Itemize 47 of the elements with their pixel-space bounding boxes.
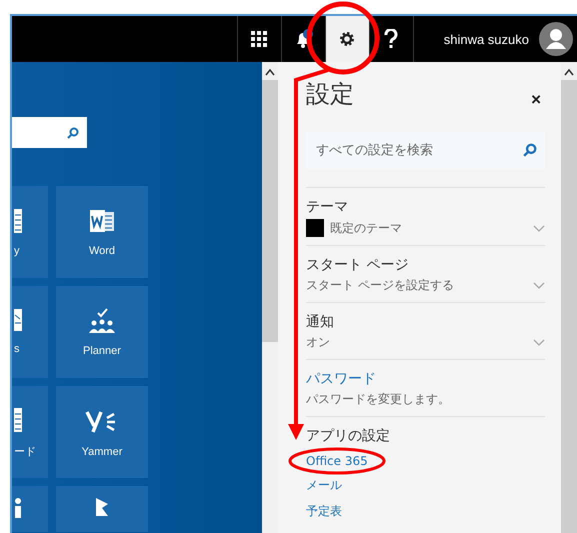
scroll-up-icon[interactable] xyxy=(265,68,275,76)
app-tile[interactable]: s xyxy=(12,286,48,378)
people-check-icon xyxy=(87,307,117,335)
section-value: 既定のテーマ xyxy=(330,220,402,236)
scroll-up-icon[interactable] xyxy=(564,68,574,76)
section-value: オン xyxy=(306,334,330,351)
tile-label: Yammer xyxy=(82,446,122,458)
settings-button[interactable] xyxy=(324,16,369,62)
app-tile[interactable] xyxy=(12,486,48,532)
gear-icon xyxy=(338,30,356,48)
word-icon xyxy=(88,207,116,235)
app-tile[interactable] xyxy=(56,486,148,532)
section-title: 通知 xyxy=(306,313,334,331)
tile-label: s xyxy=(14,343,20,355)
section-value: スタート ページを設定する xyxy=(306,277,454,294)
tile-label: ード xyxy=(14,444,36,458)
section-title: アプリの設定 xyxy=(306,427,391,445)
app-tile[interactable]: y xyxy=(12,186,48,278)
app-tile[interactable]: Word xyxy=(56,186,148,278)
app-settings-link[interactable]: メール xyxy=(306,477,545,494)
document-icon xyxy=(14,406,24,434)
document-icon xyxy=(14,207,24,235)
tile-label: Word xyxy=(88,245,116,257)
scrollbar[interactable] xyxy=(262,62,278,533)
form-icon xyxy=(14,309,24,333)
theme-swatch-icon xyxy=(306,219,324,237)
settings-search-field[interactable]: すべての設定を検索 xyxy=(306,132,545,169)
user-name[interactable]: shinwa suzuko xyxy=(444,32,529,46)
app-tile[interactable]: Yammer xyxy=(56,386,148,478)
app-tile[interactable]: Planner xyxy=(56,286,148,378)
section-title: テーマ xyxy=(306,198,349,216)
app-settings-link[interactable]: Office 365 xyxy=(306,454,545,468)
scrollbar[interactable] xyxy=(561,62,577,533)
avatar-icon[interactable] xyxy=(539,22,573,56)
password-link[interactable]: パスワード xyxy=(306,370,450,388)
app-tile[interactable]: ード xyxy=(12,386,48,478)
info-icon xyxy=(14,498,22,518)
tile-label: y xyxy=(14,245,20,257)
section-title: スタート ページ xyxy=(306,256,410,274)
section-description: パスワードを変更します。 xyxy=(306,391,450,408)
search-field[interactable] xyxy=(12,117,87,148)
panel-title: 設定 xyxy=(306,79,354,110)
search-icon[interactable] xyxy=(67,126,79,138)
search-icon[interactable] xyxy=(523,143,537,157)
tile-label: Planner xyxy=(83,345,121,357)
app-settings-link[interactable]: 予定表 xyxy=(306,503,545,520)
close-button[interactable]: × xyxy=(527,90,545,110)
